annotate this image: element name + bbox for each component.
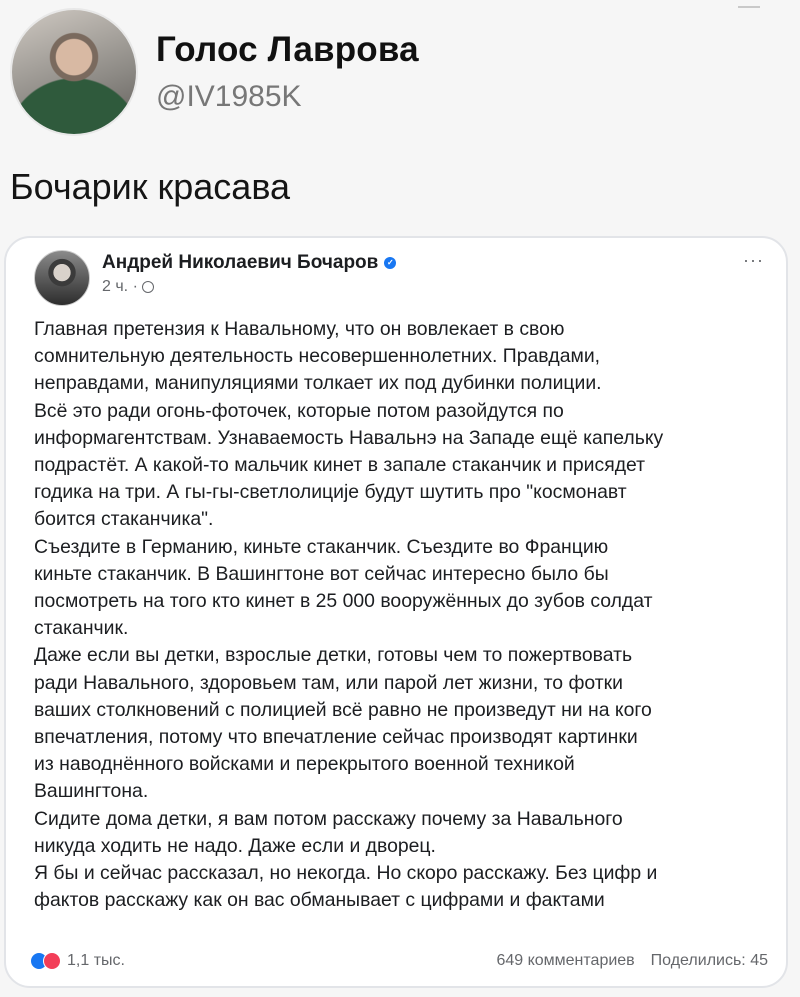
shares-count[interactable]: Поделились: 45 bbox=[651, 952, 768, 970]
post-author-name-row: Андрей Николаевич Бочаров ✓ bbox=[102, 252, 397, 274]
post-text-line: ваших столкновений с полицией всё равно … bbox=[34, 698, 652, 721]
reactions-count: 1,1 тыс. bbox=[67, 952, 125, 969]
post-time-row: 2 ч. · bbox=[102, 278, 396, 296]
more-options-icon[interactable]: ··· bbox=[743, 250, 764, 271]
globe-icon bbox=[141, 281, 154, 293]
post-text-line: фактов расскажу как он вас обманывает с … bbox=[34, 889, 605, 912]
post-text-line: Вашингтона. bbox=[34, 780, 149, 803]
post-author-meta: Андрей Николаевич Бочаров ✓ 2 ч. · bbox=[102, 250, 397, 296]
author-handle[interactable]: @IV1985K bbox=[156, 80, 419, 114]
post-time[interactable]: 2 ч. · bbox=[102, 278, 138, 296]
post-text-line: киньте стаканчик. В Вашингтоне вот сейча… bbox=[34, 562, 609, 585]
post-author-name[interactable]: Андрей Николаевич Бочаров bbox=[102, 252, 378, 274]
post-text-line: никуда ходить не надо. Даже если и дворе… bbox=[34, 834, 436, 857]
post-text-line: посмотреть на того кто кинет в 25 000 во… bbox=[34, 590, 653, 613]
post-text-line: стаканчик. bbox=[34, 617, 129, 640]
post-text-line: подрастёт. А какой-то мальчик кинет в за… bbox=[34, 454, 646, 477]
post-text-line: неправдами, манипуляциями толкает их под… bbox=[34, 372, 602, 395]
post-text-line: Сидите дома детки, я вам потом расскажу … bbox=[34, 807, 623, 830]
post-text-line: Я бы и сейчас рассказал, но некогда. Но … bbox=[34, 862, 658, 885]
post-text-line: боится стаканчика". bbox=[34, 508, 214, 531]
post-text-line: впечатления, потому что впечатление сейч… bbox=[34, 726, 638, 749]
tweet-text: Бочарик красава bbox=[10, 166, 291, 207]
post-text-line: ради Навального, здоровьем там, или паро… bbox=[34, 671, 623, 694]
author-display-name[interactable]: Голос Лаврова bbox=[156, 30, 419, 70]
love-reaction-icon bbox=[43, 952, 61, 970]
top-handle-bar bbox=[738, 6, 760, 8]
verified-badge-icon: ✓ bbox=[384, 257, 397, 269]
post-text-line: информагентствам. Узнаваемость Навальнэ … bbox=[34, 426, 664, 449]
tweet-header: Голос Лаврова @IV1985K bbox=[12, 10, 419, 134]
reactions[interactable]: 1,1 тыс. bbox=[30, 952, 125, 970]
post-header: Андрей Николаевич Бочаров ✓ 2 ч. · bbox=[34, 250, 397, 306]
post-text-line: из наводнённого войсками и перекрытого в… bbox=[34, 753, 575, 776]
comments-count[interactable]: 649 комментариев bbox=[496, 952, 634, 970]
post-text-line: Даже если вы детки, взрослые детки, гото… bbox=[34, 644, 633, 667]
post-body: Главная претензия к Навальному, что он в… bbox=[34, 316, 772, 914]
post-text-line: годика на три. А гы-гы-светлолиције буду… bbox=[34, 481, 627, 504]
post-text-line: сомнительную деятельность несовершенноле… bbox=[34, 345, 601, 368]
post-author-avatar[interactable] bbox=[34, 250, 90, 306]
post-footer: 1,1 тыс. 649 комментариев Поделились: 45 bbox=[30, 948, 768, 974]
author-avatar[interactable] bbox=[12, 10, 136, 134]
post-text-line: Главная претензия к Навальному, что он в… bbox=[34, 318, 565, 340]
post-text-line: Съездите в Германию, киньте стаканчик. С… bbox=[34, 535, 609, 558]
embedded-facebook-post: Андрей Николаевич Бочаров ✓ 2 ч. · ··· Г… bbox=[4, 236, 788, 988]
post-text-line: Всё это ради огонь-фоточек, которые пото… bbox=[34, 399, 564, 422]
post-stats: 649 комментариев Поделились: 45 bbox=[496, 952, 768, 970]
author-names: Голос Лаврова @IV1985K bbox=[156, 30, 419, 114]
